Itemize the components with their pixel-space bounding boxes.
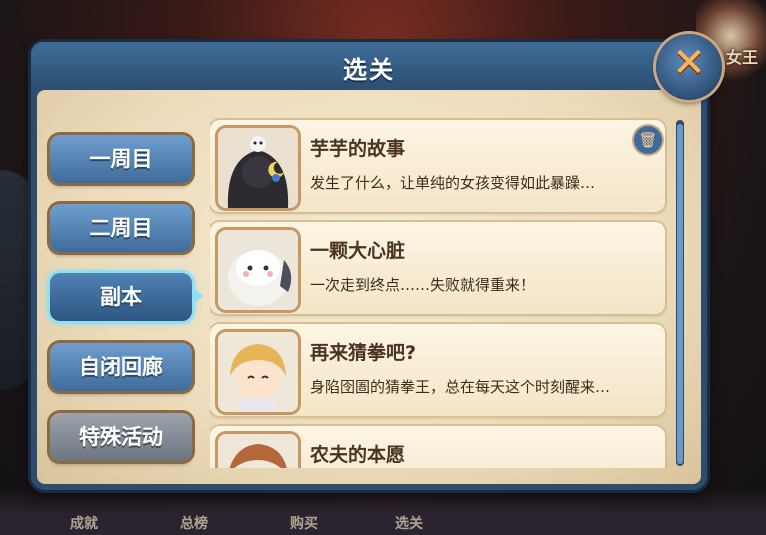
dialog-title: 选关 xyxy=(343,56,395,84)
level-card[interactable]: 农夫的本愿 xyxy=(210,426,665,468)
level-portrait xyxy=(218,332,298,412)
level-title: 芋芋的故事 xyxy=(310,138,406,160)
level-portrait xyxy=(218,230,298,310)
level-portrait xyxy=(218,128,298,208)
scrollbar-thumb[interactable] xyxy=(677,124,683,464)
bottom-nav-bar: 成就 总榜 购买 选关 xyxy=(0,487,766,535)
level-description: 一次走到终点……失败就得重来！ xyxy=(310,276,536,294)
sidebar-item-cycle-1[interactable]: 一周目 xyxy=(50,135,192,183)
bottom-nav-item[interactable]: 购买 xyxy=(290,513,318,533)
level-card[interactable]: 一颗大心脏 一次走到终点……失败就得重来！ xyxy=(210,222,665,314)
dialog-title-bar: 选关 xyxy=(31,42,707,92)
level-description: 身陷囹圄的猜拳王，总在每天这个时刻醒来… xyxy=(310,378,611,396)
sidebar-item-corridor[interactable]: 自闭回廊 xyxy=(50,343,192,391)
level-description: 发生了什么，让单纯的女孩变得如此暴躁… xyxy=(310,174,596,192)
sidebar-item-dungeon[interactable]: 副本 xyxy=(50,273,192,321)
sidebar-item-special-event[interactable]: 特殊活动 xyxy=(50,413,192,461)
level-title: 再来猜拳吧? xyxy=(310,342,417,364)
close-button[interactable]: ✕ xyxy=(656,34,722,100)
bottom-nav-item[interactable]: 总榜 xyxy=(180,513,208,533)
sidebar-item-cycle-2[interactable]: 二周目 xyxy=(50,204,192,252)
level-title: 农夫的本愿 xyxy=(310,444,406,466)
level-list[interactable]: 芋芋的故事 发生了什么，让单纯的女孩变得如此暴躁… 🗑 一颗大心脏 一次走到终点… xyxy=(210,116,680,468)
level-card[interactable]: 再来猜拳吧? 身陷囹圄的猜拳王，总在每天这个时刻醒来… xyxy=(210,324,665,416)
close-icon: ✕ xyxy=(672,40,706,86)
level-title: 一颗大心脏 xyxy=(310,240,406,262)
level-card[interactable]: 芋芋的故事 发生了什么，让单纯的女孩变得如此暴躁… 🗑 xyxy=(210,120,665,212)
arrow-right-icon xyxy=(194,288,203,304)
bottom-nav-item[interactable]: 选关 xyxy=(395,513,423,533)
trash-icon[interactable]: 🗑 xyxy=(634,126,662,154)
level-portrait xyxy=(218,434,298,468)
background-corner-label: 女王 xyxy=(725,48,758,67)
bottom-nav-item[interactable]: 成就 xyxy=(70,513,98,533)
